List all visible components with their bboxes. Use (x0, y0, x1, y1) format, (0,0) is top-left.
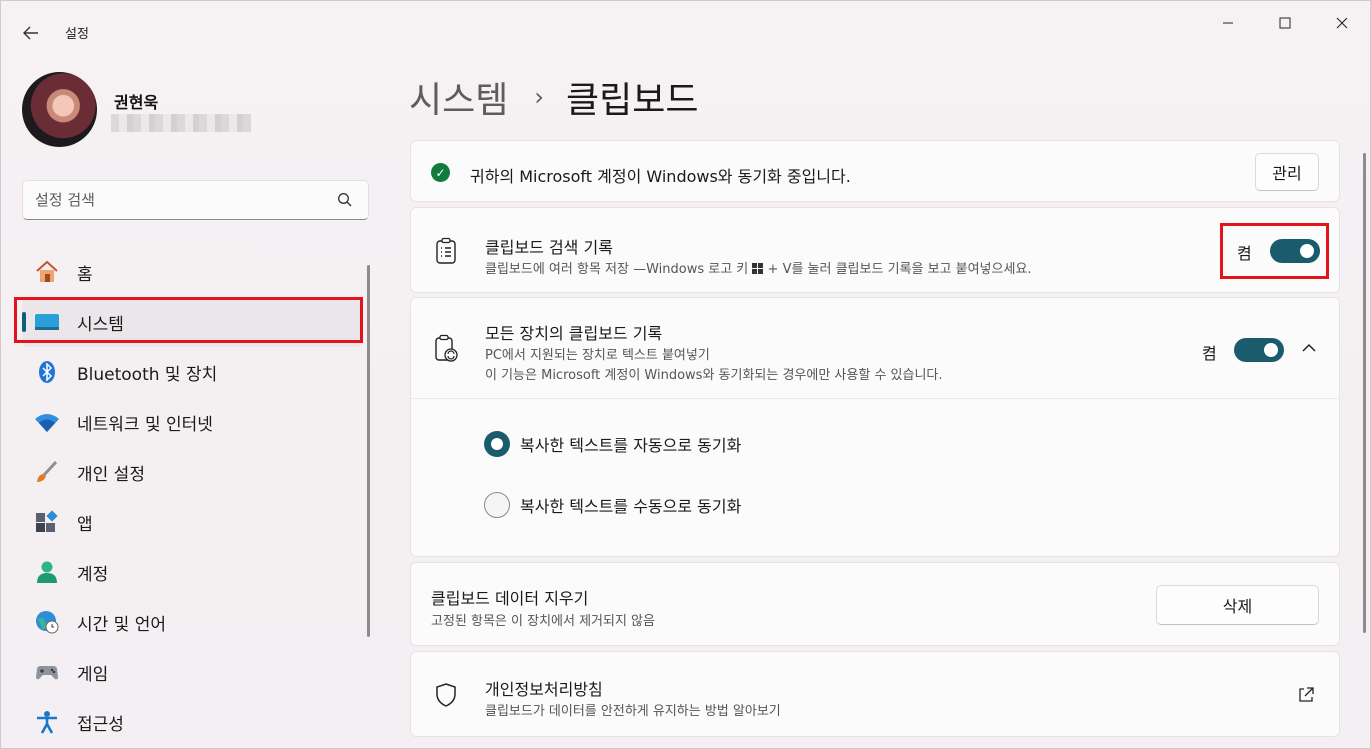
radio-button-checked[interactable] (484, 431, 510, 457)
profile-name: 권현욱 (114, 93, 159, 112)
manage-button[interactable]: 관리 (1255, 153, 1319, 191)
toggle-highlight-box (1220, 223, 1329, 279)
account-icon (34, 560, 60, 584)
sidebar-item-label: 접근성 (77, 714, 124, 735)
breadcrumb-parent[interactable]: 시스템 (409, 71, 508, 123)
sync-devices-state: 켬 (1202, 344, 1217, 363)
sidebar-item-label: 게임 (77, 664, 109, 685)
sidebar-item-time-language[interactable]: 시간 및 언어 (22, 597, 362, 647)
home-icon (34, 260, 60, 284)
page-title: 클립보드 (565, 80, 699, 121)
sidebar-item-label: Bluetooth 및 장치 (77, 364, 218, 385)
sync-devices-title: 모든 장치의 클립보드 기록 (485, 324, 663, 343)
sidebar-item-apps[interactable]: 앱 (22, 497, 362, 547)
sidebar-item-bluetooth[interactable]: Bluetooth 및 장치 (22, 347, 362, 397)
sidebar-item-accessibility[interactable]: 접근성 (22, 697, 362, 747)
clipboard-list-icon (433, 236, 459, 266)
sync-status-text: 귀하의 Microsoft 계정이 Windows와 동기화 중입니다. (470, 167, 851, 186)
radio-button-unchecked[interactable] (484, 492, 510, 518)
apps-icon (34, 510, 60, 534)
radio-label: 복사한 텍스트를 자동으로 동기화 (520, 436, 742, 455)
clipboard-history-subtitle: 클립보드에 여러 항목 저장 —Windows 로고 키 + V를 눌러 클립보… (485, 258, 1032, 277)
globe-clock-icon (34, 610, 60, 634)
clipboard-history-title: 클립보드 검색 기록 (485, 238, 613, 257)
close-button[interactable] (1319, 9, 1365, 37)
sidebar-item-label: 홈 (77, 264, 93, 285)
gamepad-icon (34, 660, 60, 684)
clipboard-history-subtitle-part1: 클립보드에 여러 항목 저장 —Windows 로고 키 (485, 262, 753, 277)
clear-data-title: 클립보드 데이터 지우기 (431, 589, 589, 608)
sync-devices-card: 모든 장치의 클립보드 기록 PC에서 지원되는 장치로 텍스트 붙여넣기 이 … (410, 297, 1340, 557)
bluetooth-icon (34, 360, 60, 384)
avatar[interactable] (22, 72, 97, 147)
shield-icon (433, 680, 459, 710)
sidebar-item-label: 계정 (77, 564, 109, 585)
profile-email-redacted (111, 114, 251, 132)
divider (411, 398, 1339, 399)
clear-data-card: 클립보드 데이터 지우기 고정된 항목은 이 장치에서 제거되지 않음 삭제 (410, 562, 1340, 646)
sidebar-item-network[interactable]: 네트워크 및 인터넷 (22, 397, 362, 447)
chevron-up-icon[interactable] (1299, 340, 1319, 356)
sidebar-item-accounts[interactable]: 계정 (22, 547, 362, 597)
privacy-card[interactable]: 개인정보처리방침 클립보드가 데이터를 안전하게 유지하는 방법 알아보기 (410, 651, 1340, 737)
title-bar: 설정 (1, 1, 1370, 45)
privacy-subtitle: 클립보드가 데이터를 안전하게 유지하는 방법 알아보기 (485, 704, 781, 719)
sidebar-item-label: 개인 설정 (77, 464, 145, 485)
wifi-icon (34, 410, 60, 434)
close-icon (1336, 17, 1348, 29)
sync-devices-toggle[interactable] (1234, 338, 1284, 362)
sidebar-item-label: 네트워크 및 인터넷 (77, 414, 213, 435)
clipboard-history-card: 클립보드 검색 기록 클립보드에 여러 항목 저장 —Windows 로고 키 … (410, 207, 1340, 293)
back-arrow-icon (23, 26, 38, 40)
search-icon[interactable] (336, 191, 354, 209)
back-button[interactable] (15, 17, 47, 49)
search-box[interactable] (22, 180, 369, 220)
maximize-icon (1279, 17, 1291, 29)
app-title: 설정 (65, 27, 89, 42)
main-scrollbar[interactable] (1363, 153, 1366, 633)
external-link-icon[interactable] (1297, 686, 1315, 704)
clipboard-history-subtitle-part2: + V를 눌러 클립보드 기록을 보고 붙여넣으세요. (763, 262, 1032, 277)
sidebar-item-label: 시간 및 언어 (77, 614, 167, 635)
settings-window: 설정 권현욱 홈 (0, 0, 1371, 749)
maximize-button[interactable] (1262, 9, 1308, 37)
radio-label: 복사한 텍스트를 수동으로 동기화 (520, 497, 742, 516)
clipboard-sync-icon (433, 334, 459, 364)
sync-devices-subtitle-1: PC에서 지원되는 장치로 텍스트 붙여넣기 (485, 348, 710, 363)
radio-auto-sync[interactable]: 복사한 텍스트를 자동으로 동기화 (484, 431, 741, 457)
sync-status-card: ✓ 귀하의 Microsoft 계정이 Windows와 동기화 중입니다. 관… (410, 140, 1340, 202)
system-highlight-box (14, 297, 363, 343)
clear-data-subtitle: 고정된 항목은 이 장치에서 제거되지 않음 (431, 614, 655, 629)
sidebar-item-gaming[interactable]: 게임 (22, 647, 362, 697)
sidebar-item-personalization[interactable]: 개인 설정 (22, 447, 362, 497)
delete-button[interactable]: 삭제 (1156, 585, 1319, 625)
sync-devices-subtitle-2: 이 기능은 Microsoft 계정이 Windows와 동기화되는 경우에만 … (485, 368, 943, 383)
windows-logo-icon (752, 263, 764, 274)
sidebar-item-home[interactable]: 홈 (22, 247, 362, 297)
breadcrumb: 시스템 › 클립보드 (409, 71, 698, 123)
check-circle-icon: ✓ (431, 163, 450, 182)
sidebar-item-label: 앱 (77, 514, 93, 535)
radio-manual-sync[interactable]: 복사한 텍스트를 수동으로 동기화 (484, 492, 741, 518)
accessibility-icon (34, 710, 60, 734)
minimize-icon (1223, 22, 1233, 24)
minimize-button[interactable] (1205, 9, 1251, 37)
sidebar-scrollbar[interactable] (367, 265, 370, 637)
search-input[interactable] (35, 189, 335, 211)
privacy-title: 개인정보처리방침 (485, 680, 603, 699)
breadcrumb-separator: › (534, 83, 544, 111)
brush-icon (34, 460, 60, 484)
